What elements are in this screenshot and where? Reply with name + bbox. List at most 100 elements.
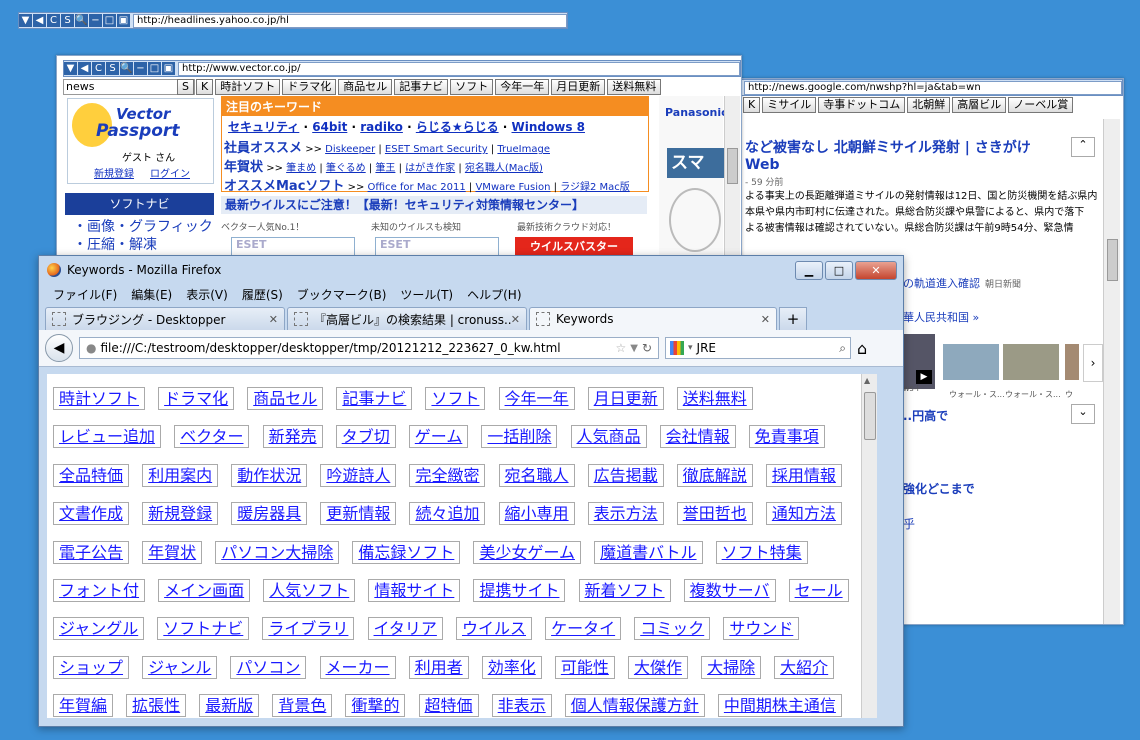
maximize-icon[interactable]: □ — [148, 62, 161, 75]
keyword-link[interactable]: レビュー追加 — [53, 425, 162, 449]
headlines-url[interactable]: http://headlines.yahoo.co.jp/hl — [133, 13, 567, 28]
keyword-link[interactable]: 宛名職人(Mac版) — [465, 163, 543, 174]
menu-item[interactable]: 表示(V) — [186, 286, 228, 303]
maximize-button[interactable]: □ — [825, 260, 853, 280]
yen-link[interactable]: ..円高で — [903, 407, 948, 424]
keyword-link[interactable]: ソフト — [425, 387, 486, 410]
keyword-link[interactable]: ソフトナビ — [157, 617, 250, 641]
keyword-link[interactable]: 表示方法 — [587, 502, 664, 526]
keyword-link[interactable]: Office for Mac 2011 — [368, 182, 466, 193]
tag-button[interactable]: 記事ナビ — [394, 79, 449, 95]
keyword-link[interactable]: 続々追加 — [409, 502, 486, 526]
login-link[interactable]: ログイン — [150, 165, 190, 180]
window-icon[interactable]: ▣ — [162, 62, 175, 75]
maximize-icon[interactable]: □ — [103, 14, 116, 27]
tag-button[interactable]: 月日更新 — [551, 79, 606, 95]
expand-icon[interactable]: ⌄ — [1071, 404, 1095, 424]
back-icon[interactable]: ◀ — [33, 14, 46, 27]
keyword-link[interactable]: 魔道書バトル — [594, 540, 703, 564]
keyword-link[interactable]: 効率化 — [481, 655, 542, 679]
keyword-link[interactable]: 広告掲載 — [587, 463, 664, 487]
s-icon[interactable]: S — [106, 62, 119, 75]
keyword-link[interactable]: 人気ソフト — [263, 579, 356, 603]
back-button[interactable]: ◀ — [45, 334, 73, 362]
zoom-icon[interactable]: 🔍 — [75, 14, 88, 27]
keyword-link[interactable]: 超特価 — [418, 694, 479, 718]
keyword-link[interactable]: 縮小専用 — [498, 502, 575, 526]
close-tab-icon[interactable]: ✕ — [761, 313, 770, 326]
keyword-link[interactable]: ドラマ化 — [158, 387, 235, 410]
keyword-link[interactable]: 採用情報 — [765, 463, 842, 487]
keyword-link[interactable]: radiko — [360, 120, 403, 134]
keyword-link[interactable]: 今年一年 — [498, 387, 575, 410]
close-button[interactable]: ✕ — [855, 260, 897, 280]
google-scrollbar[interactable] — [1103, 119, 1120, 624]
keyword-link[interactable]: らじる★らじる — [416, 120, 499, 134]
keyword-link[interactable]: メーカー — [319, 655, 396, 679]
tag-button[interactable]: K — [195, 79, 214, 95]
s-icon[interactable]: S — [61, 14, 74, 27]
keyword-category[interactable]: 社員オススメ — [224, 141, 302, 156]
tag-button[interactable]: 寺事ドットコム — [818, 97, 906, 113]
keyword-link[interactable]: 新発売 — [262, 425, 323, 449]
keyword-link[interactable]: ベクター — [174, 425, 250, 449]
tag-button[interactable]: S — [177, 79, 194, 95]
prc-link[interactable]: 華人民共和国 » — [903, 309, 979, 325]
keyword-link[interactable]: 人気商品 — [570, 425, 647, 449]
menu-item[interactable]: ファイル(F) — [53, 286, 117, 303]
bookmark-star-icon[interactable]: ☆ — [615, 341, 626, 355]
orbit-link[interactable]: の軌道進入確認 — [903, 275, 980, 291]
tag-button[interactable]: ソフト — [450, 79, 494, 95]
virus-banner[interactable]: 最新ウイルスにご注意！【最新！セキュリティ対策情報センター】 — [221, 196, 647, 214]
menu-item[interactable]: 編集(E) — [131, 286, 172, 303]
keyword-link[interactable]: ゲーム — [408, 425, 469, 449]
keyword-link[interactable]: サウンド — [723, 617, 800, 641]
keyword-link[interactable]: 全品特価 — [53, 463, 130, 487]
vector-search-input[interactable]: news — [63, 79, 195, 95]
keyword-link[interactable]: 美少女ゲーム — [473, 540, 581, 564]
url-bar[interactable]: ● file:///C:/testroom/desktopper/desktop… — [79, 337, 659, 359]
keyword-link[interactable]: 非表示 — [491, 694, 552, 718]
tag-button[interactable]: ミサイル — [762, 97, 817, 113]
kaku-link[interactable]: 強化どこまで — [903, 480, 975, 497]
virusbuster-ad[interactable]: ウイルスバスター — [515, 237, 633, 257]
keyword-link[interactable]: ケータイ — [545, 617, 622, 641]
keyword-link[interactable]: 月日更新 — [587, 387, 664, 410]
keyword-link[interactable]: 誉田哲也 — [676, 502, 753, 526]
zoom-icon[interactable]: 🔍 — [120, 62, 133, 75]
tag-button[interactable]: 送料無料 — [607, 79, 662, 95]
keyword-link[interactable]: 宛名職人 — [498, 463, 575, 487]
keyword-link[interactable]: 大掃除 — [701, 655, 762, 679]
keyword-link[interactable]: 徹底解説 — [676, 463, 753, 487]
keyword-link[interactable]: セール — [788, 579, 849, 603]
keyword-link[interactable]: TrueImage — [497, 144, 550, 155]
close-tab-icon[interactable]: ✕ — [511, 313, 520, 326]
news-thumb[interactable] — [943, 344, 999, 380]
nav-graphic[interactable]: ・画像・グラフィック — [73, 218, 213, 236]
keyword-link[interactable]: メイン画面 — [158, 579, 251, 603]
keyword-link[interactable]: 吟遊詩人 — [320, 463, 397, 487]
keyword-link[interactable]: 商品セル — [247, 387, 324, 410]
keyword-link[interactable]: ESET Smart Security — [385, 144, 488, 155]
scroll-thumb[interactable] — [864, 392, 876, 440]
menu-icon[interactable]: ▼ — [19, 14, 32, 27]
keyword-link[interactable]: ショップ — [53, 655, 130, 679]
vector-url[interactable]: http://www.vector.co.jp/ — [178, 61, 740, 76]
keyword-link[interactable]: 動作状況 — [231, 463, 308, 487]
keyword-link[interactable]: ウイルス — [455, 617, 532, 641]
keyword-link[interactable]: はがき作家 — [405, 163, 455, 174]
reload-icon[interactable]: C — [47, 14, 60, 27]
engine-dropdown-icon[interactable]: ▾ — [688, 343, 693, 353]
reload-icon[interactable]: C — [92, 62, 105, 75]
keyword-link[interactable]: 記事ナビ — [336, 387, 413, 410]
keyword-link[interactable]: 一括削除 — [481, 425, 558, 449]
video-thumb[interactable]: ▶ — [903, 334, 935, 389]
scroll-up-icon[interactable]: ▲ — [864, 376, 870, 385]
register-link[interactable]: 新規登録 — [94, 165, 134, 180]
tag-button[interactable]: ドラマ化 — [282, 79, 337, 95]
keyword-link[interactable]: 筆ぐるめ — [326, 163, 366, 174]
keyword-link[interactable]: 情報サイト — [368, 579, 461, 603]
keyword-link[interactable]: 新着ソフト — [578, 579, 671, 603]
keyword-link[interactable]: 複数サーバ — [683, 579, 776, 603]
keyword-link[interactable]: 利用案内 — [142, 463, 219, 487]
